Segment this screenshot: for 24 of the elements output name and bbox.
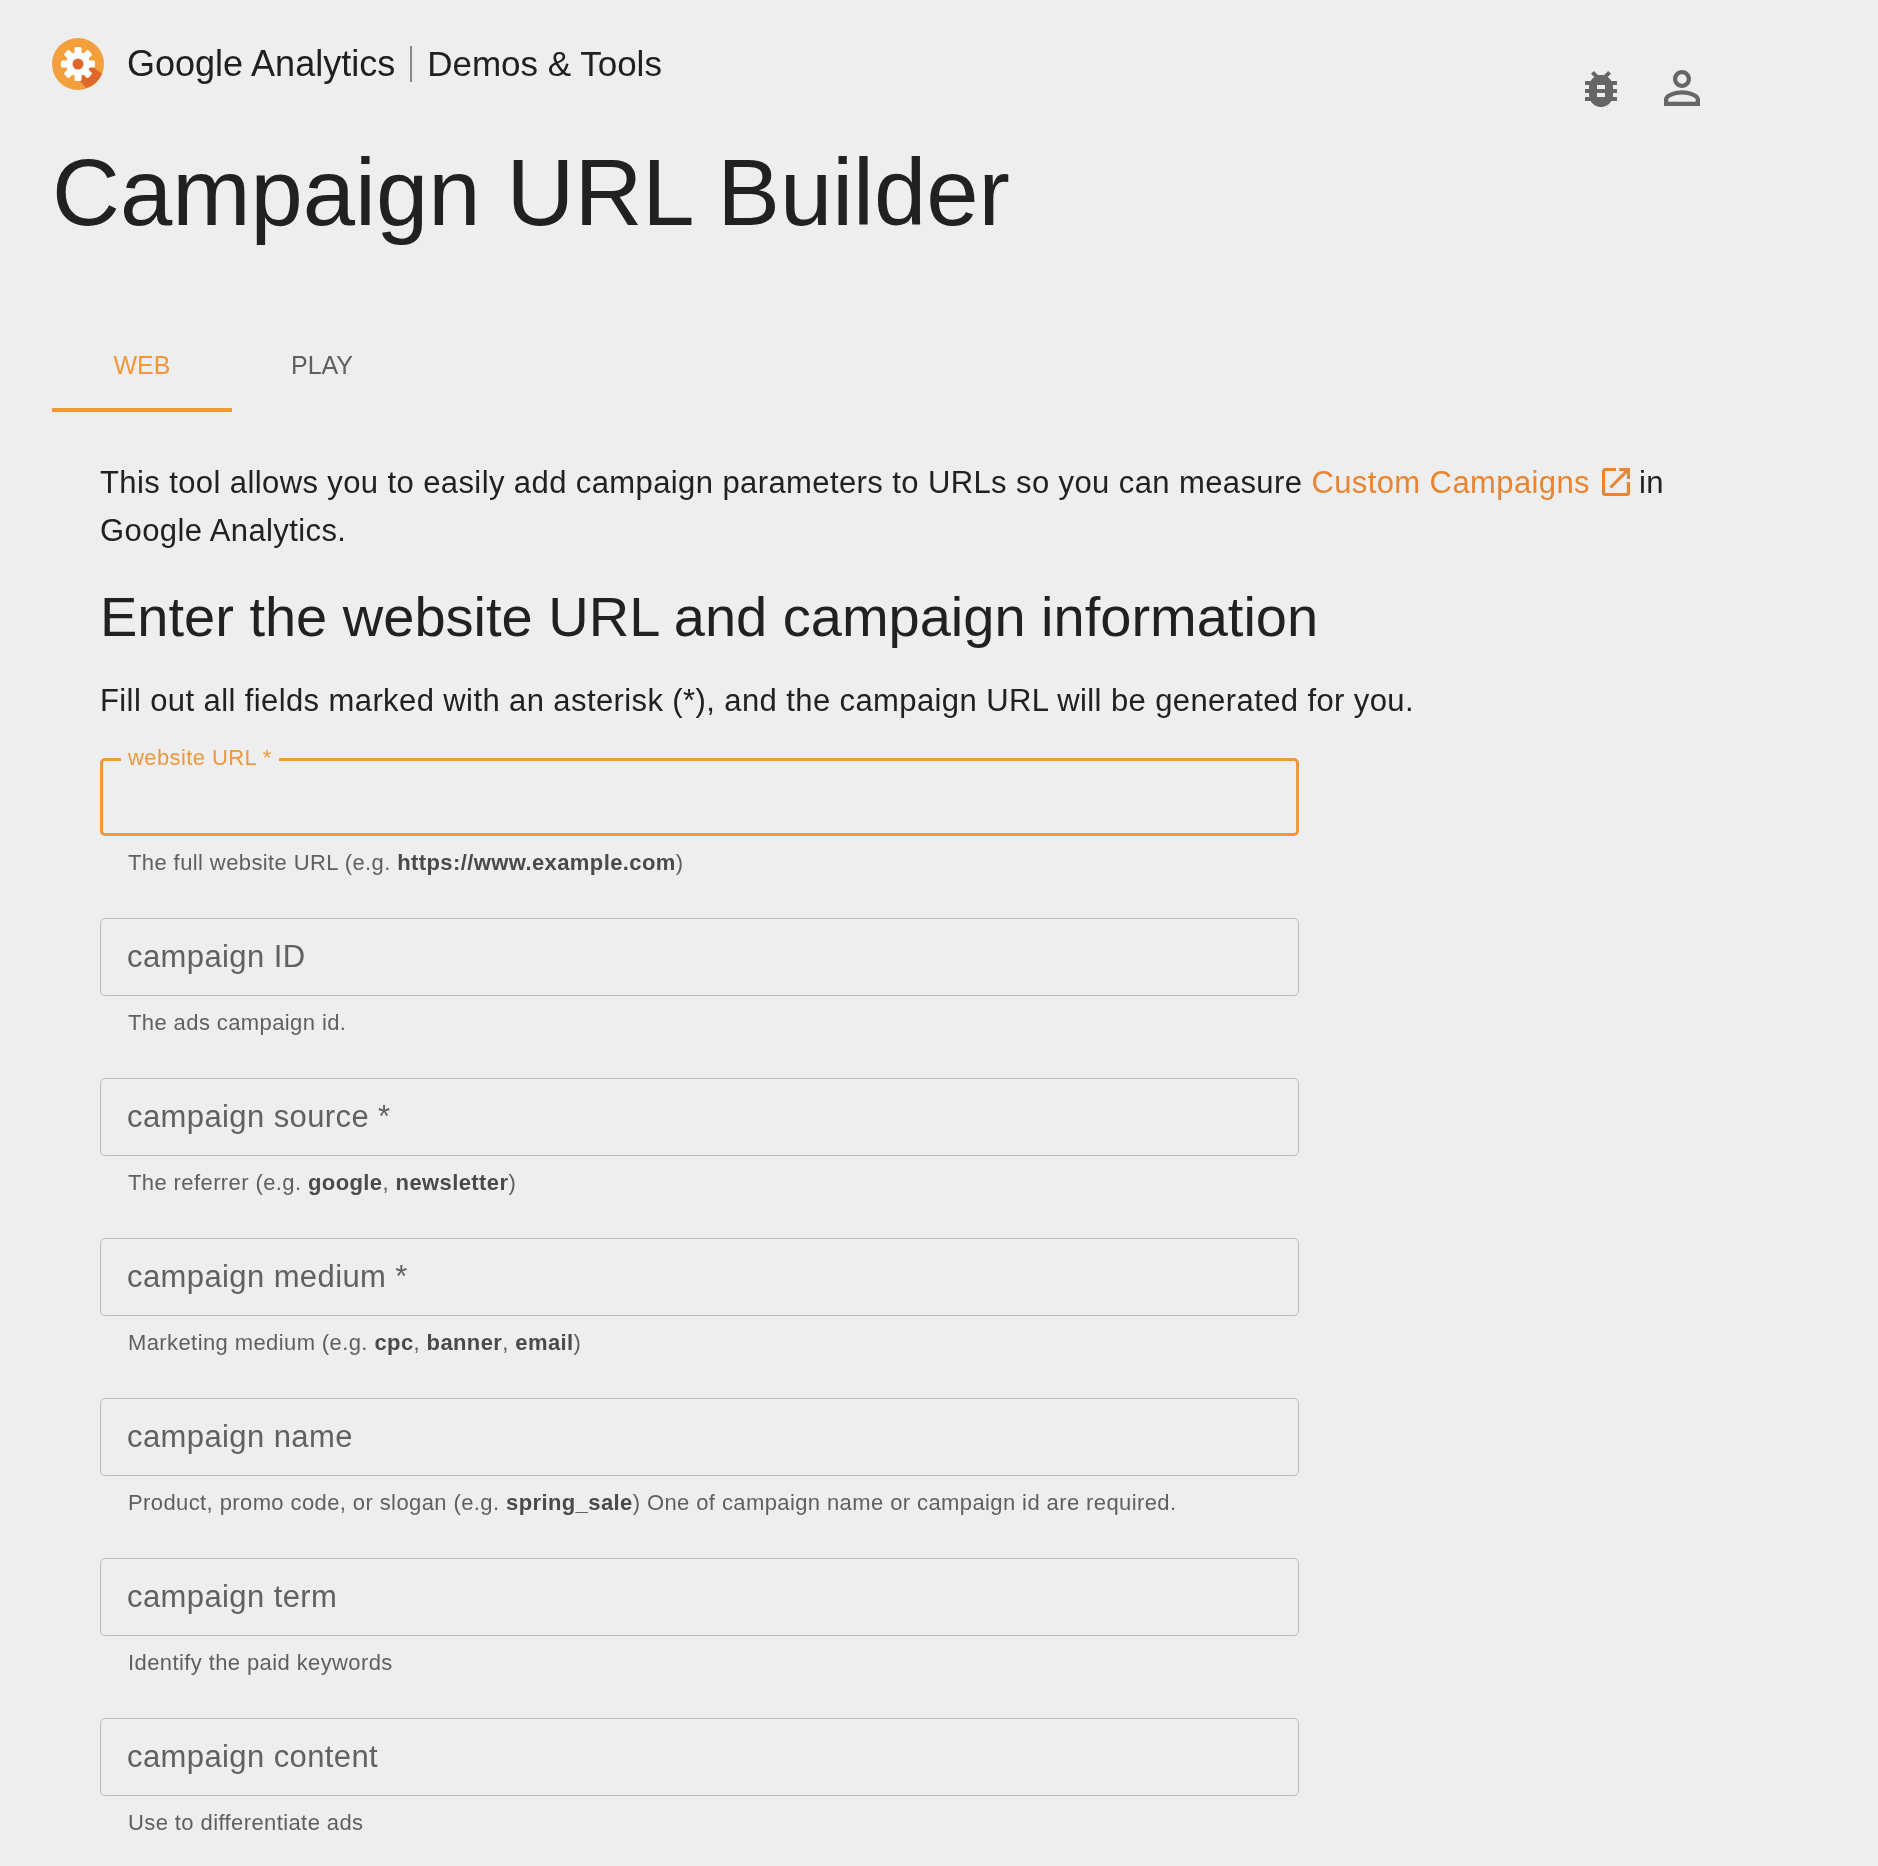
section-heading: Enter the website URL and campaign information [100,584,1319,650]
person-icon[interactable] [1664,70,1700,106]
input-field[interactable]: campaign term [100,1558,1299,1636]
helper-text: Identify the paid keywords [127,1650,394,1676]
helper-text: The ads campaign id. [127,1010,348,1036]
intro-paragraph: This tool allows you to easily add campaign parameters to URLs so you can measure Custom Campaigns in Google Analytics. [100,464,1665,550]
brand-name: Google Analytics [127,43,396,85]
tab[interactable]: PLAY [232,322,412,412]
page-title: Campaign URL Builder [52,139,1010,247]
helper-text: Marketing medium (e.g. cpc, banner, email) [127,1330,583,1356]
input-field[interactable]: campaign medium * [100,1238,1299,1316]
instructions-text: Fill out all fields marked with an asterisk (*), and the campaign URL will be generated for you. [100,682,1416,720]
gear-logo-icon [52,38,104,90]
bug-icon[interactable] [1582,70,1620,108]
input-field[interactable]: campaign ID [100,918,1299,996]
helper-text: The full website URL (e.g. https://www.example.com) [127,850,685,876]
product-name: Demos & Tools [427,44,662,84]
input-field[interactable]: campaign source * [100,1078,1299,1156]
external-link-icon [1602,468,1630,496]
helper-text: Use to differentiate ads [127,1810,365,1836]
input-field[interactable]: campaign name [100,1398,1299,1476]
helper-text: Product, promo code, or slogan (e.g. spring_sale) One of campaign name or campaign id are required. [127,1490,1178,1516]
helper-text: The referrer (e.g. google, newsletter) [127,1170,518,1196]
input-field[interactable]: campaign content [100,1718,1299,1796]
